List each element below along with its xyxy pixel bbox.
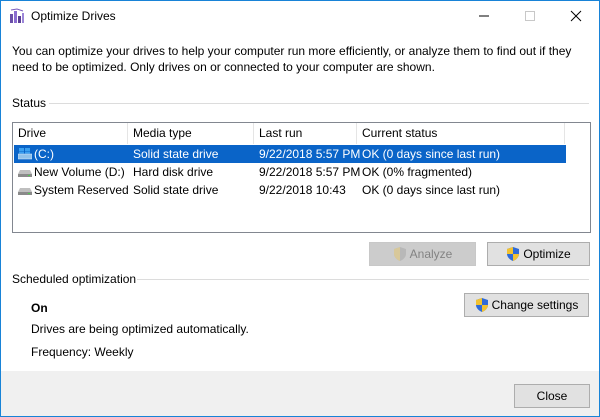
schedule-description: Drives are being optimized automatically… — [31, 322, 249, 336]
table-row[interactable]: New Volume (D:) Hard disk drive 9/22/201… — [14, 163, 566, 181]
column-header-media-type[interactable]: Media type — [128, 123, 254, 144]
drive-icon — [18, 188, 32, 195]
optimize-button[interactable]: Optimize — [487, 242, 590, 266]
maximize-button[interactable] — [507, 1, 553, 31]
close-icon — [570, 10, 582, 22]
change-settings-label: Change settings — [491, 298, 579, 312]
status-label: Status — [12, 96, 47, 110]
maximize-icon — [525, 11, 535, 21]
windows-drive-icon — [18, 148, 32, 160]
drive-status: OK (0 days since last run) — [362, 183, 501, 197]
drives-list[interactable]: Drive Media type Last run Current status… — [12, 122, 591, 233]
analyze-label: Analyze — [409, 247, 453, 261]
status-separator — [49, 103, 589, 104]
uac-shield-icon — [393, 247, 406, 261]
drive-media-type: Solid state drive — [133, 183, 219, 197]
analyze-button[interactable]: Analyze — [369, 242, 476, 266]
table-row[interactable]: System Reserved Solid state drive 9/22/2… — [14, 181, 566, 199]
minimize-icon — [479, 15, 489, 17]
close-window-button[interactable] — [553, 1, 599, 31]
defrag-app-icon — [10, 8, 24, 23]
dialog-footer — [1, 371, 599, 416]
table-header: Drive Media type Last run Current status — [13, 123, 590, 144]
drive-media-type: Solid state drive — [133, 147, 219, 161]
title-bar[interactable]: Optimize Drives — [1, 1, 599, 31]
drive-last-run: 9/22/2018 10:43 — [259, 183, 346, 197]
scheduled-separator — [137, 279, 589, 280]
minimize-button[interactable] — [461, 1, 507, 31]
drive-status: OK (0% fragmented) — [362, 165, 473, 179]
column-header-current-status[interactable]: Current status — [357, 123, 565, 144]
window-title: Optimize Drives — [31, 9, 116, 23]
drive-last-run: 9/22/2018 5:57 PM — [259, 147, 361, 161]
column-header-last-run[interactable]: Last run — [254, 123, 357, 144]
drive-name: System Reserved — [34, 183, 129, 197]
scheduled-optimization-label: Scheduled optimization — [12, 272, 137, 286]
optimize-label: Optimize — [523, 247, 571, 261]
table-row[interactable]: (C:) Solid state drive 9/22/2018 5:57 PM… — [14, 145, 566, 163]
uac-shield-icon — [475, 298, 488, 312]
close-button[interactable]: Close — [514, 384, 590, 408]
schedule-state: On — [31, 301, 48, 315]
schedule-frequency: Frequency: Weekly — [31, 345, 134, 359]
drive-icon — [18, 170, 32, 177]
uac-shield-icon — [507, 247, 520, 261]
intro-text: You can optimize your drives to help you… — [12, 44, 572, 74]
drive-name: (C:) — [34, 147, 54, 161]
drive-status: OK (0 days since last run) — [362, 147, 501, 161]
drive-name: New Volume (D:) — [34, 165, 125, 179]
optimize-drives-window: Optimize Drives You can optimize your dr… — [0, 0, 600, 417]
drive-media-type: Hard disk drive — [133, 165, 214, 179]
column-header-drive[interactable]: Drive — [13, 123, 128, 144]
drive-last-run: 9/22/2018 5:57 PM — [259, 165, 361, 179]
change-settings-button[interactable]: Change settings — [464, 293, 589, 317]
